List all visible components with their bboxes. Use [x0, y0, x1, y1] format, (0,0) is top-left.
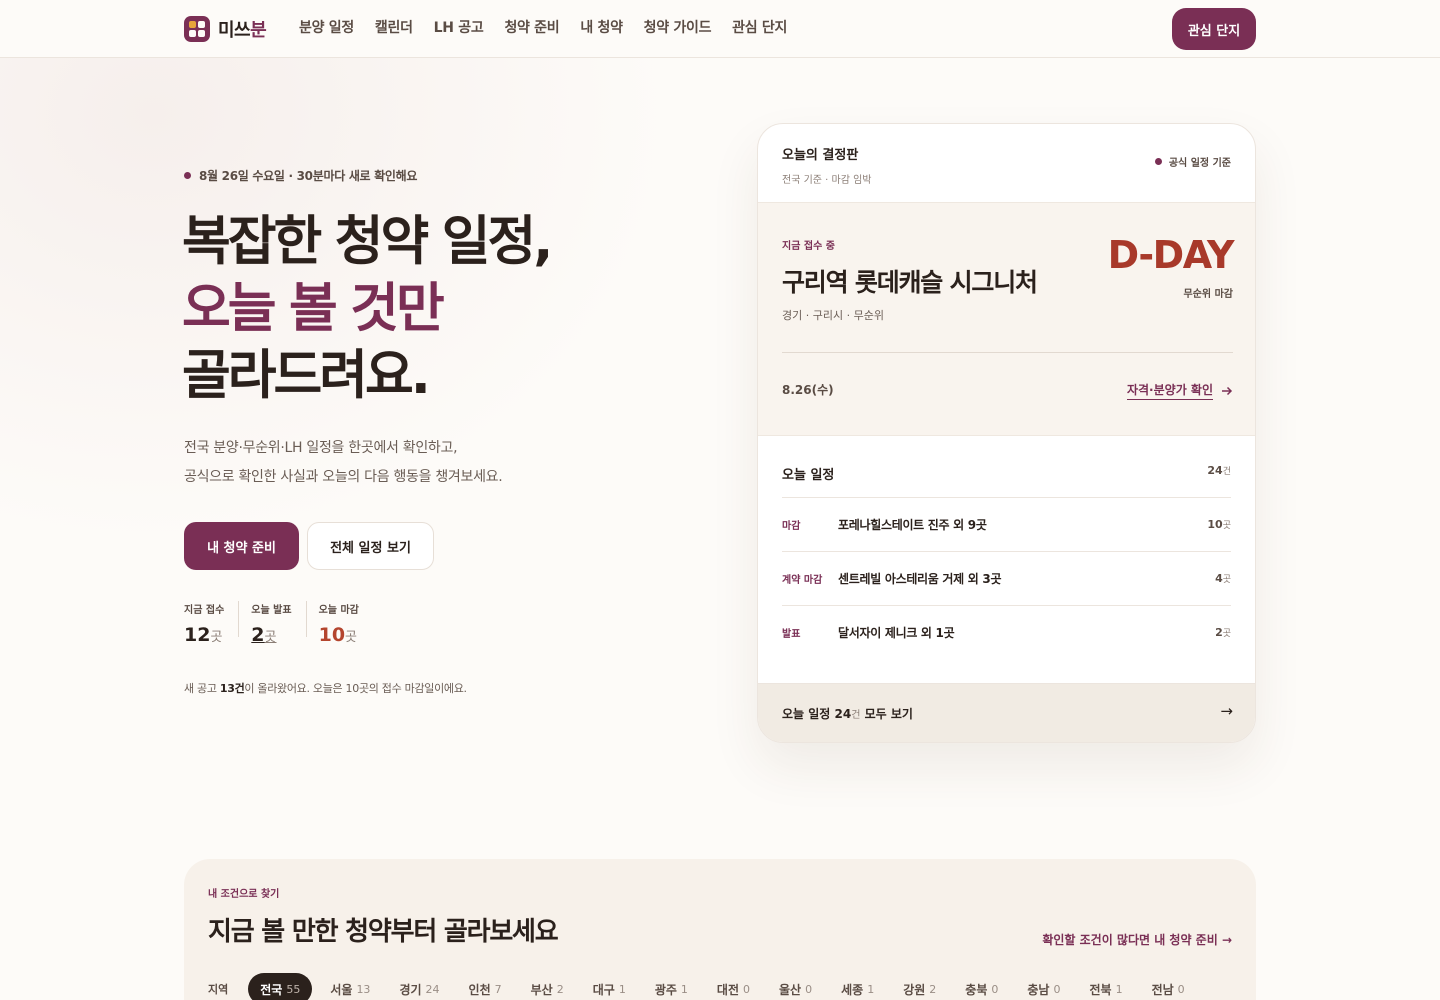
- all-schedule-button[interactable]: 전체 일정 보기: [307, 522, 434, 570]
- headline-line-3: 골라드려요.: [182, 345, 431, 406]
- featured-date: 8.26(수): [782, 383, 834, 397]
- dday-caption: 무순위 마감: [1183, 289, 1233, 300]
- card-title: 오늘의 결정판: [782, 148, 859, 163]
- nav-link-prep[interactable]: 청약 준비: [504, 17, 559, 37]
- nav-link-calendar[interactable]: 캘린더: [375, 17, 413, 37]
- arrow-right-icon: [1222, 386, 1233, 395]
- top-nav: 미쓰분 분양 일정 캘린더 LH 공고 청약 준비 내 청약 청약 가이드 관심…: [0, 0, 1440, 58]
- lead-line-2: 공식으로 확인한 사실과 오늘의 다음 행동을 챙겨보세요.: [184, 469, 503, 485]
- logo-mark-icon: [184, 16, 210, 42]
- region-chip[interactable]: 충북 0: [965, 973, 998, 1000]
- featured-listing[interactable]: 지금 접수 중 구리역 롯데캐슬 시그니처 경기 · 구리시 · 무순위 D-D…: [758, 202, 1255, 436]
- my-prep-link[interactable]: 확인할 조건이 많다면 내 청약 준비 →: [1042, 931, 1232, 948]
- filter-title: 지금 볼 만한 청약부터 골라보세요: [208, 917, 559, 947]
- today-count: 24건: [1207, 464, 1231, 477]
- dday-badge: D-DAY: [1107, 233, 1235, 277]
- hero-date: 8월 26일 수요일 · 30분마다 새로 확인해요: [199, 169, 418, 183]
- region-chip[interactable]: 전북 1: [1089, 973, 1122, 1000]
- row-tag: 계약 마감: [782, 575, 823, 586]
- list-item[interactable]: 계약 마감 센트레빌 아스테리움 거제 외 3곳 4곳: [782, 551, 1231, 605]
- region-chip[interactable]: 광주 1: [655, 973, 688, 1000]
- divider: [782, 352, 1233, 353]
- stat-value: 12: [184, 624, 211, 646]
- row-tag: 발표: [782, 629, 801, 640]
- list-item[interactable]: 발표 달서자이 제니크 외 1곳 2곳: [782, 605, 1231, 659]
- region-chip[interactable]: 강원 2: [903, 973, 936, 1000]
- region-chip[interactable]: 부산 2: [531, 973, 564, 1000]
- region-chip[interactable]: 대전 0: [717, 973, 750, 1000]
- list-item[interactable]: 마감 포레나힐스테이트 진주 외 9곳 10곳: [782, 497, 1231, 551]
- row-tag: 마감: [782, 521, 801, 532]
- basis-badge: 공식 일정 기준: [1154, 154, 1231, 169]
- nav-links: 분양 일정 캘린더 LH 공고 청약 준비 내 청약 청약 가이드 관심 단지: [299, 17, 787, 37]
- decision-board-card: 오늘의 결정판 전국 기준 · 마감 임박 공식 일정 기준 지금 접수 중 구…: [757, 123, 1256, 743]
- headline-line-1: 복잡한 청약 일정,: [182, 211, 553, 272]
- hero-stats: 지금 접수 12곳 오늘 발표 2곳 오늘 마감 10곳: [184, 601, 385, 646]
- hero-lead: 전국 분양·무순위·LH 일정을 한곳에서 확인하고, 공식으로 확인한 사실과…: [184, 434, 503, 492]
- stat-deadline: 오늘 마감 10곳: [318, 601, 373, 646]
- brand-name: 미쓰분: [218, 20, 267, 41]
- arrow-right-icon: →: [1220, 702, 1233, 720]
- card-header: 오늘의 결정판 전국 기준 · 마감 임박: [782, 144, 872, 186]
- logo[interactable]: 미쓰분: [184, 16, 267, 42]
- stat-open: 지금 접수 12곳: [184, 601, 240, 646]
- nav-link-lh[interactable]: LH 공고: [434, 17, 484, 37]
- row-name: 센트레빌 아스테리움 거제 외 3곳: [838, 572, 1002, 586]
- region-filter: 지역 전국 55 서울 13 경기 24 인천 7 부산 2 대구 1 광주 1 대전 0 울산…: [208, 973, 1214, 1000]
- region-chip[interactable]: 경기 24: [399, 973, 439, 1000]
- featured-status: 지금 접수 중: [782, 241, 835, 252]
- region-chip[interactable]: 인천 7: [469, 973, 502, 1000]
- stat-announce[interactable]: 오늘 발표 2곳: [251, 601, 307, 646]
- nav-link-favorites[interactable]: 관심 단지: [732, 17, 787, 37]
- region-chip[interactable]: 서울 13: [330, 973, 370, 1000]
- region-chip[interactable]: 대구 1: [593, 973, 626, 1000]
- region-chip[interactable]: 충남 0: [1027, 973, 1060, 1000]
- favorites-button[interactable]: 관심 단지: [1172, 8, 1256, 50]
- region-chip[interactable]: 전남 0: [1152, 973, 1185, 1000]
- stat-value: 2: [251, 624, 265, 646]
- row-count: 4곳: [1215, 572, 1231, 585]
- region-chip[interactable]: 울산 0: [779, 973, 812, 1000]
- row-name: 포레나힐스테이트 진주 외 9곳: [838, 518, 987, 532]
- stat-unit: 곳: [210, 630, 223, 645]
- filter-eyebrow: 내 조건으로 찾기: [208, 889, 280, 900]
- region-chip[interactable]: 세종 1: [841, 973, 874, 1000]
- row-count: 2곳: [1215, 626, 1231, 639]
- filter-panel: 내 조건으로 찾기 지금 볼 만한 청약부터 골라보세요 확인할 조건이 많다면…: [184, 859, 1256, 1000]
- dot-icon: [1154, 158, 1162, 165]
- stat-label: 오늘 발표: [251, 605, 292, 616]
- nav-link-guide[interactable]: 청약 가이드: [644, 17, 712, 37]
- nav-link-schedule[interactable]: 분양 일정: [299, 17, 354, 37]
- stat-label: 오늘 마감: [318, 605, 359, 616]
- nav-link-my[interactable]: 내 청약: [580, 17, 623, 37]
- card-subtitle: 전국 기준 · 마감 임박: [782, 175, 872, 186]
- region-label: 지역: [208, 983, 229, 996]
- my-prep-button[interactable]: 내 청약 준비: [184, 522, 299, 570]
- hero-headline: 복잡한 청약 일정, 오늘 볼 것만 골라드려요.: [182, 208, 553, 409]
- row-count: 10곳: [1207, 518, 1231, 531]
- dot-icon: [184, 172, 191, 179]
- today-title: 오늘 일정: [782, 468, 835, 483]
- stat-label: 지금 접수: [184, 605, 225, 616]
- stat-unit: 곳: [345, 630, 358, 645]
- row-name: 달서자이 제니크 외 1곳: [838, 626, 955, 640]
- hero-eyebrow: 8월 26일 수요일 · 30분마다 새로 확인해요: [184, 167, 417, 184]
- view-all-schedule-button[interactable]: 오늘 일정 24건 모두 보기 →: [758, 683, 1255, 742]
- headline-line-2: 오늘 볼 것만: [182, 278, 445, 339]
- featured-name: 구리역 롯데캐슬 시그니처: [782, 268, 1038, 297]
- featured-location: 경기 · 구리시 · 무순위: [782, 309, 884, 322]
- region-chip-all[interactable]: 전국 55: [248, 973, 313, 1000]
- hero-note: 새 공고 13건이 올라왔어요. 오늘은 10곳의 접수 마감일이에요.: [184, 682, 467, 695]
- today-list: 마감 포레나힐스테이트 진주 외 9곳 10곳 계약 마감 센트레빌 아스테리움…: [782, 497, 1231, 659]
- lead-line-1: 전국 분양·무순위·LH 일정을 한곳에서 확인하고,: [184, 440, 458, 456]
- eligibility-link[interactable]: 자격·분양가 확인: [1126, 381, 1233, 400]
- view-all-label: 오늘 일정 24건 모두 보기: [782, 707, 913, 721]
- stat-unit: 곳: [264, 630, 277, 645]
- stat-value: 10: [318, 624, 346, 646]
